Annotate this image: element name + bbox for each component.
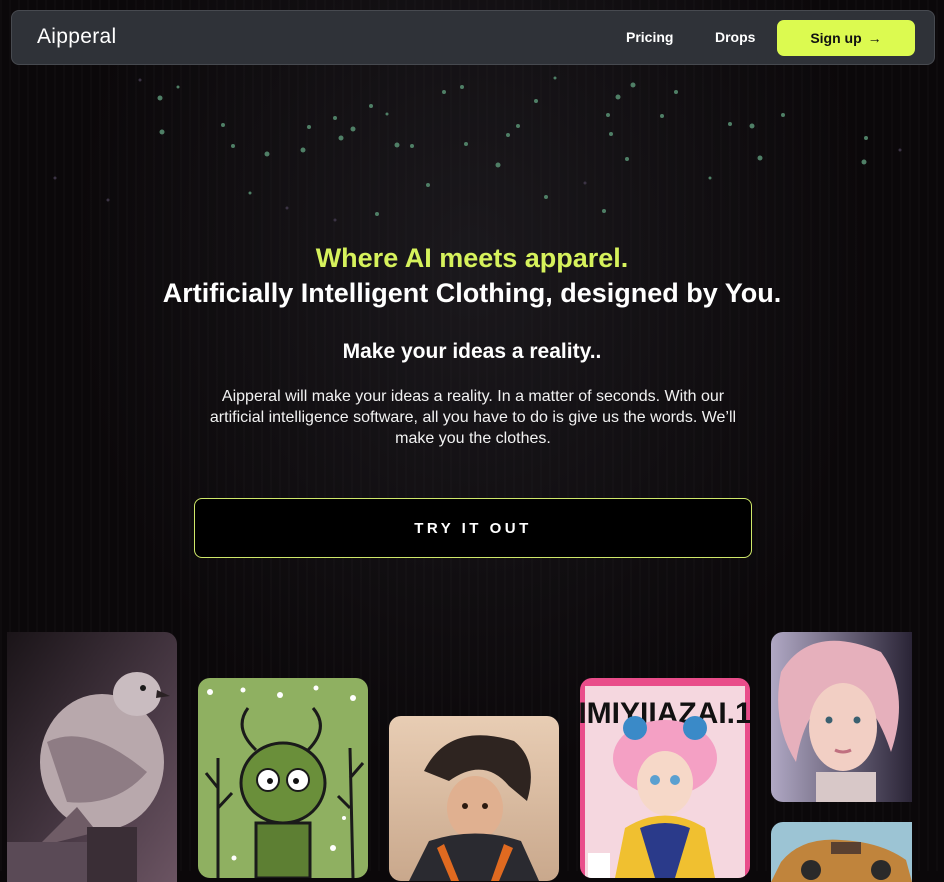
signup-label: Sign up [810,30,862,46]
try-it-out-button[interactable]: TRY IT OUT [194,498,752,558]
nav-link-pricing[interactable]: Pricing [626,29,673,45]
hero-description: Aipperal will make your ideas a reality.… [209,388,737,447]
arrow-right-icon: → [867,30,882,46]
navbar: Aipperal Pricing Drops Sign up → [11,10,935,65]
manga-cover-image: IMIYIIAZAI.1 [580,678,750,878]
green-creature-image [198,678,368,878]
pink-hair-portrait-image [771,632,912,802]
logo[interactable]: Aipperal [37,25,116,49]
hero-subtitle: Make your ideas a reality.. [342,340,602,363]
car-image [771,822,912,882]
hero-tagline: Where AI meets apparel. [315,243,629,273]
signup-button[interactable]: Sign up → [777,20,915,56]
nav-link-drops[interactable]: Drops [715,29,755,45]
anime-boy-image [389,716,559,881]
starfield-decoration [53,76,902,222]
dove-image [7,632,177,882]
hero-title: Artificially Intelligent Clothing, desig… [162,278,782,308]
